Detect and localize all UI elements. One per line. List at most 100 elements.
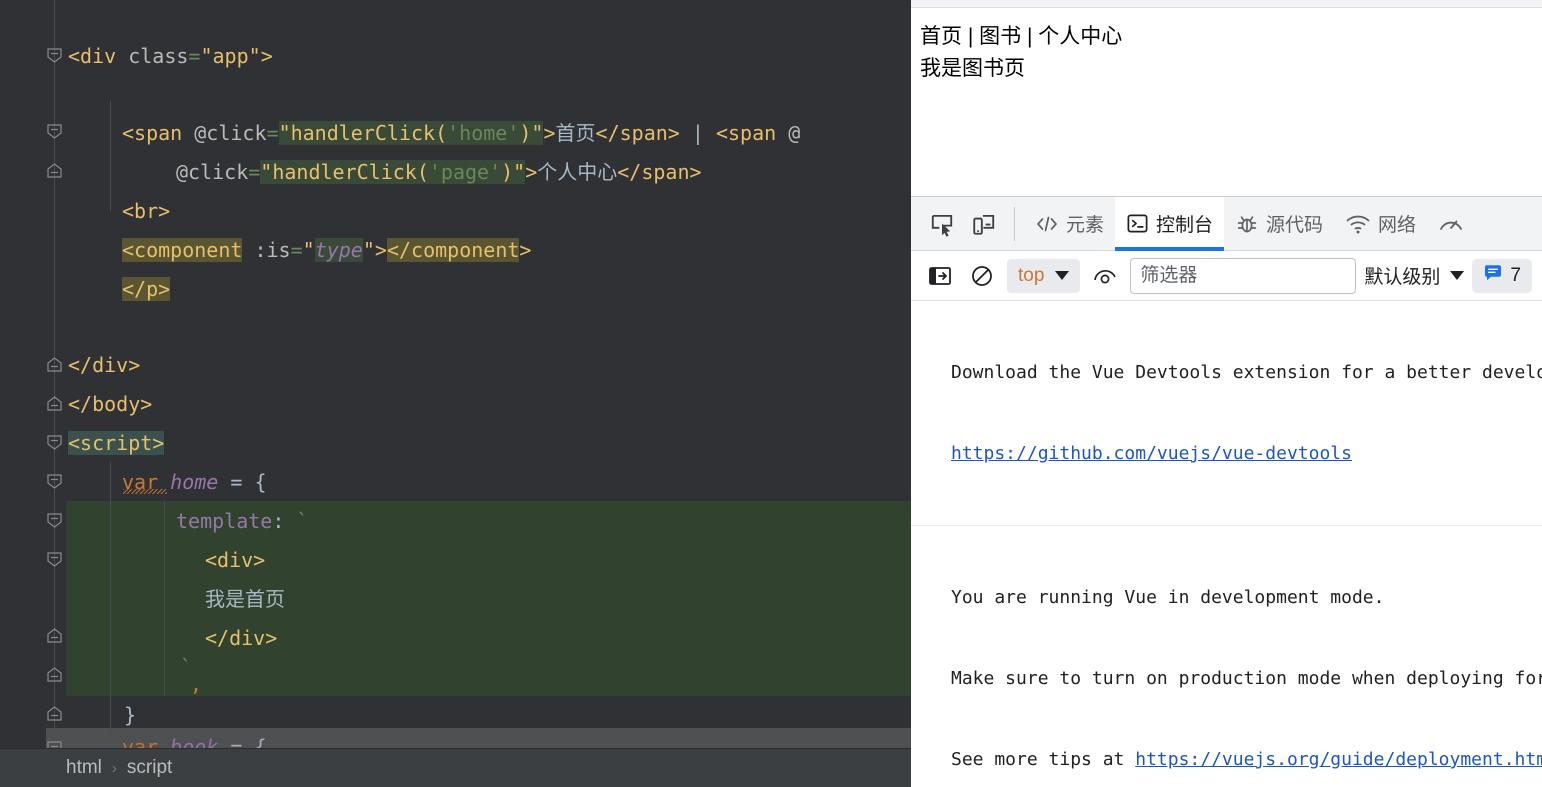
code-brackets-icon: [1035, 214, 1059, 234]
breadcrumb-item-html[interactable]: html: [66, 757, 102, 779]
console-link-vue-devtools[interactable]: https://github.com/vuejs/vue-devtools: [951, 440, 1542, 467]
code-token-attr: @click: [176, 160, 249, 184]
rendered-page-content: 首页 | 图书 | 个人中心 我是图书页: [911, 9, 1542, 195]
code-token-string: "app": [200, 44, 261, 68]
console-level-select[interactable]: 默认级别: [1364, 262, 1465, 289]
tab-network[interactable]: 网络: [1334, 197, 1427, 251]
code-token-gt: >: [543, 121, 556, 145]
code-line-var-book: var book = {: [122, 728, 267, 748]
devtools-tabbar: 元素 控制台 源代码 网络: [911, 196, 1542, 251]
inspect-element-icon[interactable]: [921, 204, 963, 244]
page-nav-line[interactable]: 首页 | 图书 | 个人中心: [920, 21, 1542, 53]
code-line-close-p: </p>: [122, 270, 171, 309]
code-token-eq: =: [248, 160, 261, 184]
live-expression-eye-icon[interactable]: [1088, 256, 1122, 296]
screen-root: <div class="app"> <span @click="handlerC…: [0, 0, 1542, 787]
code-token-eq: =: [188, 44, 201, 68]
inspection-squiggle-var-home: [123, 489, 167, 494]
code-token-tag-match-close: </component: [386, 238, 520, 262]
code-token-tag-close: </span>: [595, 121, 680, 145]
code-token-binding-var: type: [314, 238, 363, 262]
tab-network-label: 网络: [1378, 215, 1417, 236]
console-message-line: Make sure to turn on production mode whe…: [951, 668, 1542, 689]
code-token-identifier: home: [170, 470, 219, 494]
toolbar-divider: [1014, 206, 1015, 241]
browser-pane: 首页 | 图书 | 个人中心 我是图书页 元素 控制台 源代码 网络 top 筛…: [911, 0, 1542, 787]
code-line-tpl-text: 我是首页: [205, 580, 285, 619]
code-editor-pane: <div class="app"> <span @click="handlerC…: [0, 0, 911, 787]
page-body-line: 我是图书页: [920, 56, 1025, 80]
code-token-tag: </div>: [68, 353, 141, 377]
code-line-div-app: <div class="app">: [68, 37, 273, 76]
code-surface[interactable]: <div class="app"> <span @click="handlerC…: [0, 0, 911, 748]
tab-sources-label: 源代码: [1266, 215, 1324, 236]
console-context-select[interactable]: top: [1007, 258, 1081, 293]
device-toolbar-icon[interactable]: [963, 204, 1005, 244]
code-token-tag: <br>: [122, 199, 171, 223]
code-text-layer[interactable]: <div class="app"> <span @click="handlerC…: [0, 0, 911, 748]
code-token-tag: </body>: [68, 392, 153, 416]
code-token-tag2: <span: [715, 121, 777, 145]
console-filter-input[interactable]: [1130, 257, 1357, 294]
code-token-string-highlight2: )": [501, 160, 526, 184]
code-line-close-body: </body>: [68, 385, 152, 424]
console-message-line: You are running Vue in development mode.: [951, 587, 1385, 608]
code-line-var-home: var home = {: [122, 463, 267, 502]
tab-elements[interactable]: 元素: [1024, 197, 1115, 251]
code-token-attr: @click: [182, 121, 267, 145]
code-token-attr: class: [116, 44, 189, 68]
code-token-cn-text: 我是首页: [205, 587, 285, 611]
sidebar-toggle-icon[interactable]: [923, 256, 957, 296]
browser-viewport-top-strip: [911, 0, 1542, 8]
code-token-tag-match: <script>: [68, 431, 165, 455]
console-link-deployment-guide[interactable]: https://vuejs.org/guide/deployment.html: [1135, 749, 1542, 770]
code-token-quote: ": [302, 238, 315, 262]
code-token-eq: =: [290, 238, 303, 262]
code-token-tag-close: </span>: [617, 160, 702, 184]
tab-sources[interactable]: 源代码: [1224, 197, 1334, 251]
code-token-backtick: `: [296, 509, 309, 533]
code-line-component: <component :is="type"></component>: [122, 231, 531, 270]
breadcrumb-item-script[interactable]: script: [127, 757, 172, 779]
breadcrumb-separator-icon: ›: [111, 759, 117, 777]
code-line-comma: ,: [190, 665, 202, 704]
code-token-string-highlight2: )": [519, 121, 544, 145]
console-message[interactable]: Download the Vue Devtools extension for …: [911, 301, 1542, 526]
code-token-eq: =: [266, 121, 279, 145]
console-level-label: 默认级别: [1364, 267, 1441, 288]
devtools-panel: 元素 控制台 源代码 网络 top 筛选器 默认级别 7 Download th…: [911, 196, 1542, 787]
code-line-tpl-div-open: <div>: [205, 541, 265, 580]
code-line-span-home: <span @click="handlerClick('home')">首页</…: [122, 114, 800, 153]
code-token-tag-close: >: [260, 44, 273, 68]
code-line-span-page: @click="handlerClick('page')">个人中心</span…: [176, 153, 702, 192]
tab-console[interactable]: 控制台: [1115, 196, 1225, 251]
console-message-count: 7: [1510, 264, 1521, 286]
code-token-assign: =: [218, 470, 255, 494]
code-token-attr: :is: [242, 238, 291, 262]
code-token-quote2: ": [362, 238, 375, 262]
tab-performance[interactable]: [1427, 197, 1471, 251]
performance-gauge-icon: [1438, 213, 1464, 235]
console-message-list[interactable]: Download the Vue Devtools extension for …: [911, 301, 1542, 787]
code-token-cn-text: 个人中心: [537, 160, 618, 184]
code-token-brace-open: {: [254, 735, 267, 748]
code-token-colon: :: [272, 509, 297, 533]
code-token-identifier: book: [170, 735, 219, 748]
code-line-script-open: <script>: [68, 424, 165, 463]
code-line-br: <br>: [122, 192, 170, 231]
code-token-tag: <div: [68, 44, 117, 68]
code-token-property: template: [176, 509, 273, 533]
code-token-tag: <span: [122, 121, 183, 145]
clear-console-icon[interactable]: [965, 256, 999, 296]
console-message-line-text: See more tips at: [951, 749, 1136, 770]
code-token-gt: >: [525, 160, 538, 184]
code-token-string-inner: 'page': [428, 160, 502, 184]
code-token-string-highlight: "handlerClick(: [278, 121, 448, 145]
console-message-count-badge[interactable]: 7: [1472, 258, 1532, 293]
console-message[interactable]: You are running Vue in development mode.…: [911, 526, 1542, 787]
code-token-tag-match: <component: [122, 238, 243, 262]
code-token-comma: ,: [190, 672, 203, 696]
wifi-icon: [1345, 213, 1371, 235]
tab-elements-label: 元素: [1066, 215, 1105, 236]
